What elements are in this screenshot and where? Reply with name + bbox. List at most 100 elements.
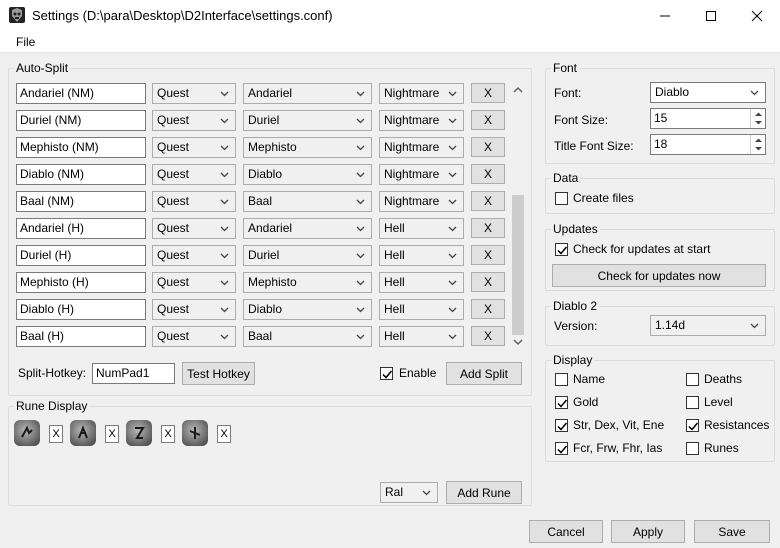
split-type-select[interactable]: Quest (152, 218, 236, 239)
split-difficulty-select[interactable]: Nightmare (379, 83, 464, 104)
enable-checkbox[interactable] (380, 367, 393, 380)
add-split-button[interactable]: Add Split (446, 362, 522, 385)
font-select[interactable]: Diablo (650, 82, 766, 103)
remove-split-button[interactable]: X (471, 110, 505, 130)
display-option-checkbox[interactable] (555, 419, 568, 432)
split-type-value: Quest (157, 329, 190, 343)
check-updates-now-button[interactable]: Check for updates now (552, 264, 766, 287)
split-name-input[interactable]: Baal (H) (16, 326, 146, 347)
menu-file[interactable]: File (16, 35, 35, 49)
split-value-select[interactable]: Duriel (243, 245, 372, 266)
split-difficulty-select[interactable]: Hell (379, 245, 464, 266)
split-difficulty-select[interactable]: Nightmare (379, 137, 464, 158)
hotkey-input[interactable]: NumPad1 (92, 363, 175, 384)
remove-rune-button[interactable]: X (217, 425, 231, 443)
split-difficulty-select[interactable]: Hell (379, 218, 464, 239)
title-font-size-spinner[interactable]: 18 (650, 134, 766, 155)
remove-rune-button[interactable]: X (49, 425, 63, 443)
chevron-down-icon (448, 226, 457, 232)
split-type-select[interactable]: Quest (152, 83, 236, 104)
split-type-value: Quest (157, 86, 190, 100)
font-select-value: Diablo (655, 85, 690, 99)
add-rune-button[interactable]: Add Rune (446, 481, 522, 504)
display-option-checkbox[interactable] (686, 396, 699, 409)
font-size-spinner[interactable]: 15 (650, 108, 766, 129)
display-option-label: Level (704, 395, 733, 409)
split-type-select[interactable]: Quest (152, 164, 236, 185)
remove-split-button[interactable]: X (471, 326, 505, 346)
split-name-input[interactable]: Diablo (H) (16, 299, 146, 320)
minimize-icon (660, 15, 670, 17)
remove-split-button[interactable]: X (471, 218, 505, 238)
scroll-up-icon[interactable] (512, 84, 524, 96)
split-value-select[interactable]: Diablo (243, 299, 372, 320)
remove-split-button[interactable]: X (471, 191, 505, 211)
remove-split-button[interactable]: X (471, 272, 505, 292)
split-type-select[interactable]: Quest (152, 191, 236, 212)
remove-split-button[interactable]: X (471, 137, 505, 157)
split-difficulty-select[interactable]: Nightmare (379, 191, 464, 212)
display-option-checkbox[interactable] (686, 419, 699, 432)
font-label: Font: (554, 86, 582, 100)
split-value-select[interactable]: Mephisto (243, 272, 372, 293)
remove-rune-button[interactable]: X (161, 425, 175, 443)
split-name-input[interactable]: Baal (NM) (16, 191, 146, 212)
split-type-select[interactable]: Quest (152, 326, 236, 347)
split-type-select[interactable]: Quest (152, 137, 236, 158)
rune-select[interactable]: Ral (380, 482, 438, 503)
font-size-stepper[interactable] (750, 109, 765, 128)
split-type-value: Quest (157, 113, 190, 127)
split-difficulty-select[interactable]: Hell (379, 272, 464, 293)
display-option-checkbox[interactable] (555, 396, 568, 409)
check-updates-start-checkbox[interactable] (555, 243, 568, 256)
scroll-thumb[interactable] (512, 195, 524, 335)
cancel-button[interactable]: Cancel (529, 520, 603, 543)
split-value-select[interactable]: Andariel (243, 218, 372, 239)
test-hotkey-button[interactable]: Test Hotkey (182, 362, 255, 385)
split-difficulty-select[interactable]: Nightmare (379, 110, 464, 131)
remove-split-button[interactable]: X (471, 164, 505, 184)
split-name-input[interactable]: Andariel (H) (16, 218, 146, 239)
apply-button[interactable]: Apply (611, 520, 685, 543)
maximize-button[interactable] (688, 0, 734, 32)
split-type-select[interactable]: Quest (152, 245, 236, 266)
save-button[interactable]: Save (694, 520, 770, 543)
title-font-size-stepper[interactable] (750, 135, 765, 154)
split-name-input[interactable]: Duriel (H) (16, 245, 146, 266)
diablo2-group-label: Diablo 2 (551, 299, 600, 313)
split-value-select[interactable]: Mephisto (243, 137, 372, 158)
create-files-checkbox[interactable] (555, 192, 568, 205)
split-value-select[interactable]: Baal (243, 326, 372, 347)
display-option-checkbox[interactable] (686, 373, 699, 386)
display-option-label: Str, Dex, Vit, Ene (573, 418, 665, 432)
split-difficulty-select[interactable]: Nightmare (379, 164, 464, 185)
split-value-select[interactable]: Andariel (243, 83, 372, 104)
split-value-select[interactable]: Diablo (243, 164, 372, 185)
display-option-checkbox[interactable] (555, 373, 568, 386)
version-select[interactable]: 1.14d (650, 315, 766, 336)
split-name-input[interactable]: Mephisto (NM) (16, 137, 146, 158)
split-type-select[interactable]: Quest (152, 110, 236, 131)
split-name-input[interactable]: Diablo (NM) (16, 164, 146, 185)
split-name-input[interactable]: Andariel (NM) (16, 83, 146, 104)
remove-split-button[interactable]: X (471, 245, 505, 265)
remove-split-button[interactable]: X (471, 83, 505, 103)
split-difficulty-select[interactable]: Hell (379, 326, 464, 347)
minimize-button[interactable] (642, 0, 688, 32)
close-window-button[interactable] (734, 0, 780, 32)
scroll-down-icon[interactable] (512, 336, 524, 348)
split-type-select[interactable]: Quest (152, 299, 236, 320)
split-name-input[interactable]: Mephisto (H) (16, 272, 146, 293)
split-difficulty-select[interactable]: Hell (379, 299, 464, 320)
split-type-select[interactable]: Quest (152, 272, 236, 293)
split-value-select[interactable]: Baal (243, 191, 372, 212)
split-value-select[interactable]: Duriel (243, 110, 372, 131)
split-difficulty-value: Hell (384, 329, 405, 343)
display-option-checkbox[interactable] (686, 442, 699, 455)
split-name-input[interactable]: Duriel (NM) (16, 110, 146, 131)
remove-rune-button[interactable]: X (105, 425, 119, 443)
checkmark-icon (557, 445, 568, 454)
remove-split-button[interactable]: X (471, 299, 505, 319)
display-option-label: Deaths (704, 372, 743, 386)
display-option-checkbox[interactable] (555, 442, 568, 455)
